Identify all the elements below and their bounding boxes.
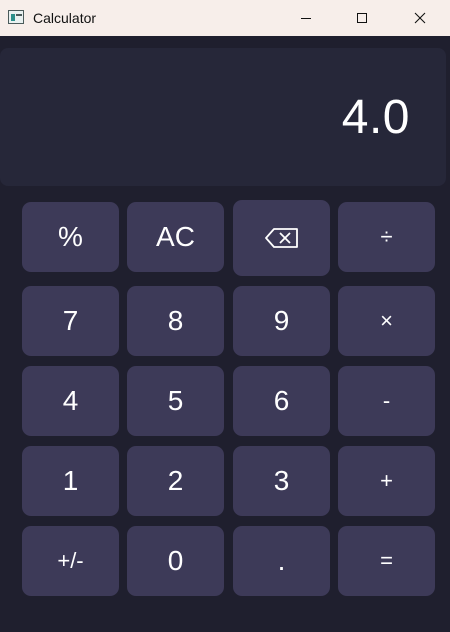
digit-2-button[interactable]: 2 (127, 446, 224, 516)
percent-button[interactable]: % (22, 202, 119, 272)
digit-5-button[interactable]: 5 (127, 366, 224, 436)
backspace-button[interactable] (233, 200, 330, 276)
minimize-button[interactable] (278, 0, 334, 36)
digit-0-button[interactable]: 0 (127, 526, 224, 596)
digit-4-button[interactable]: 4 (22, 366, 119, 436)
digit-6-button[interactable]: 6 (233, 366, 330, 436)
digit-3-button[interactable]: 3 (233, 446, 330, 516)
close-button[interactable] (392, 0, 448, 36)
equals-button[interactable]: = (338, 526, 435, 596)
divide-button[interactable]: ÷ (338, 202, 435, 272)
title-bar: Calculator (0, 0, 450, 36)
minimize-icon (301, 17, 311, 19)
maximize-icon (357, 13, 367, 23)
decimal-button[interactable]: . (233, 526, 330, 596)
window-title: Calculator (33, 10, 97, 26)
app-icon (8, 10, 24, 24)
digit-8-button[interactable]: 8 (127, 286, 224, 356)
minus-button[interactable]: - (338, 366, 435, 436)
multiply-button[interactable]: × (338, 286, 435, 356)
digit-1-button[interactable]: 1 (22, 446, 119, 516)
display-value: 4.0 (341, 91, 410, 144)
backspace-icon (264, 227, 299, 249)
plus-button[interactable]: + (338, 446, 435, 516)
maximize-button[interactable] (334, 0, 390, 36)
display-panel: 4.0 (0, 48, 446, 186)
clear-button[interactable]: AC (127, 202, 224, 272)
close-icon (414, 12, 426, 24)
sign-toggle-button[interactable]: +/- (22, 526, 119, 596)
calculator-window: Calculator 4.0 % AC ÷ 7 8 9 × 4 5 6 - 1 … (0, 0, 450, 632)
digit-9-button[interactable]: 9 (233, 286, 330, 356)
digit-7-button[interactable]: 7 (22, 286, 119, 356)
